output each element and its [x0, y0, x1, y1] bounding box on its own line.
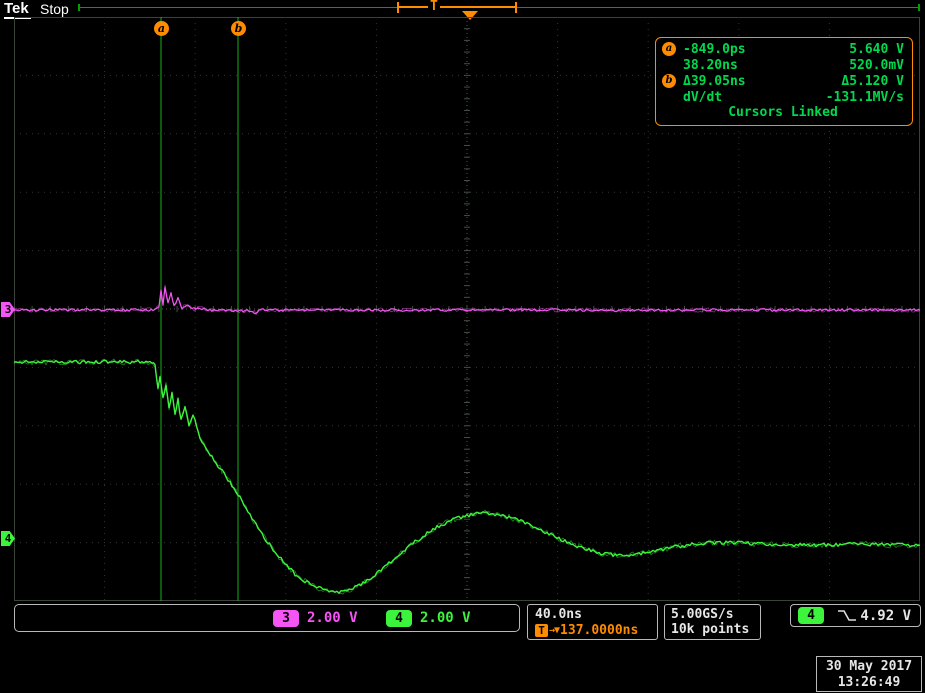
dvdt-value: -131.1MV/s — [826, 90, 904, 105]
record-length: 10k points — [671, 622, 760, 637]
cursor-readout-panel: a -849.0ps 5.640 V 38.20ns 520.0mV b Δ39… — [655, 37, 913, 126]
trigger-position-readout: T→▼137.0000ns — [535, 622, 657, 638]
ch4-badge[interactable]: 4 — [386, 610, 412, 627]
trigger-level: 4.92 V — [860, 608, 911, 624]
cursors-linked-label: Cursors Linked — [662, 105, 904, 121]
cursor-a-time: -849.0ps — [683, 42, 746, 57]
channel-scale-bar: 3 2.00 V 4 2.00 V — [14, 604, 520, 632]
record-start-tick — [78, 4, 80, 11]
cursor-delta-row: b Δ39.05ns Δ5.120 V — [662, 73, 904, 89]
cursor-a-voltage: 5.640 V — [849, 42, 904, 57]
record-end-tick — [918, 4, 920, 11]
window-right-bracket — [515, 2, 517, 13]
delta-voltage: Δ5.120 V — [841, 74, 904, 89]
trigger-source-badge: 4 — [798, 607, 824, 624]
date-label: 30 May 2017 — [817, 659, 921, 675]
acquisition-status: Stop — [40, 1, 69, 17]
trigger-arrow-icon: →▼ — [549, 625, 559, 636]
horizontal-settings-box[interactable]: 40.0ns T→▼137.0000ns — [527, 604, 658, 640]
trigger-t-label: T — [428, 0, 440, 14]
falling-edge-icon — [837, 609, 857, 623]
trigger-info-box[interactable]: 4 4.92 V — [790, 604, 921, 627]
acquisition-info-box[interactable]: 5.00GS/s 10k points — [664, 604, 761, 640]
oscilloscope-screen: Tek Stop T a b 3 4 a -849.0ps 5.640 V 38… — [0, 0, 925, 693]
sample-rate: 5.00GS/s — [671, 607, 760, 622]
delta-time: Δ39.05ns — [683, 74, 746, 89]
cursor-a-row: a -849.0ps 5.640 V — [662, 41, 904, 57]
ch4-scale[interactable]: 2.00 V — [420, 610, 471, 627]
window-left-bracket — [397, 2, 399, 13]
ch3-scale[interactable]: 2.00 V — [307, 610, 358, 627]
cursor-b-voltage: 520.0mV — [849, 58, 904, 73]
cursor-a-badge: a — [662, 42, 676, 56]
cursor-b-time: 38.20ns — [683, 58, 738, 73]
time-label: 13:26:49 — [817, 675, 921, 691]
dvdt-label: dV/dt — [683, 90, 722, 105]
ch3-ground-marker[interactable]: 3 — [1, 302, 15, 317]
cursor-b-badge: b — [662, 74, 676, 88]
trigger-position-value: 137.0000ns — [560, 623, 638, 638]
timebase-readout: 40.0ns — [535, 607, 657, 622]
dvdt-row: dV/dt -131.1MV/s — [662, 89, 904, 105]
display-window-indicator[interactable] — [398, 6, 516, 8]
datetime-box: 30 May 2017 13:26:49 — [816, 656, 922, 692]
cursor-b-values-row: 38.20ns 520.0mV — [662, 57, 904, 73]
trigger-t-icon: T — [535, 624, 548, 637]
ch4-ground-marker[interactable]: 4 — [1, 531, 15, 546]
cursor-b-marker[interactable]: b — [231, 21, 246, 36]
ch3-badge[interactable]: 3 — [273, 610, 299, 627]
cursor-a-marker[interactable]: a — [154, 21, 169, 36]
